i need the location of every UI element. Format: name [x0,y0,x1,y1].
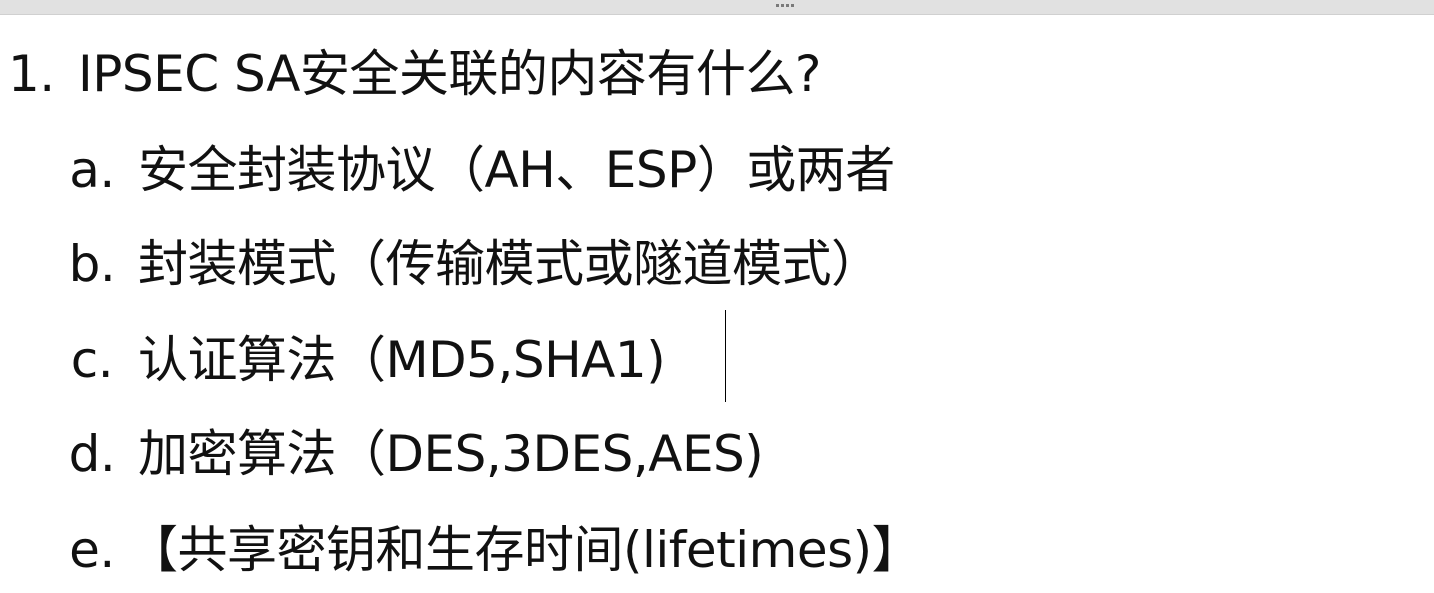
list-item-text: 认证算法（MD5,SHA1) [138,331,666,389]
list-marker: e. [69,521,115,579]
list-item-text: 【共享密钥和生存时间(lifetimes)】 [128,521,922,579]
resize-grip-icon[interactable] [776,4,800,8]
text-cursor-icon [725,310,726,402]
list-item: c. 认证算法（MD5,SHA1) [64,330,666,390]
list-item-text: 加密算法（DES,3DES,AES) [138,425,764,483]
list-marker: d. [68,425,116,483]
list-item: d. 加密算法（DES,3DES,AES) [64,424,764,484]
list-item-text: 封装模式（传输模式或隧道模式） [138,235,881,293]
list-item-text: 安全封装协议（AH、ESP）或两者 [138,141,895,199]
list-item: a. 安全封装协议（AH、ESP）或两者 [64,140,895,200]
list-item: e. 【共享密钥和生存时间(lifetimes)】 [64,520,922,580]
list-number: 1. [8,45,55,103]
window-top-bar [0,0,1434,15]
list-marker: b. [68,235,116,293]
list-item: b. 封装模式（传输模式或隧道模式） [64,234,881,294]
list-marker: a. [69,141,115,199]
question-line: 1. IPSEC SA安全关联的内容有什么? [8,44,821,104]
document-body[interactable]: 1. IPSEC SA安全关联的内容有什么? a. 安全封装协议（AH、ESP）… [0,14,1434,593]
question-text: IPSEC SA安全关联的内容有什么? [78,45,821,103]
list-marker: c. [70,331,114,389]
